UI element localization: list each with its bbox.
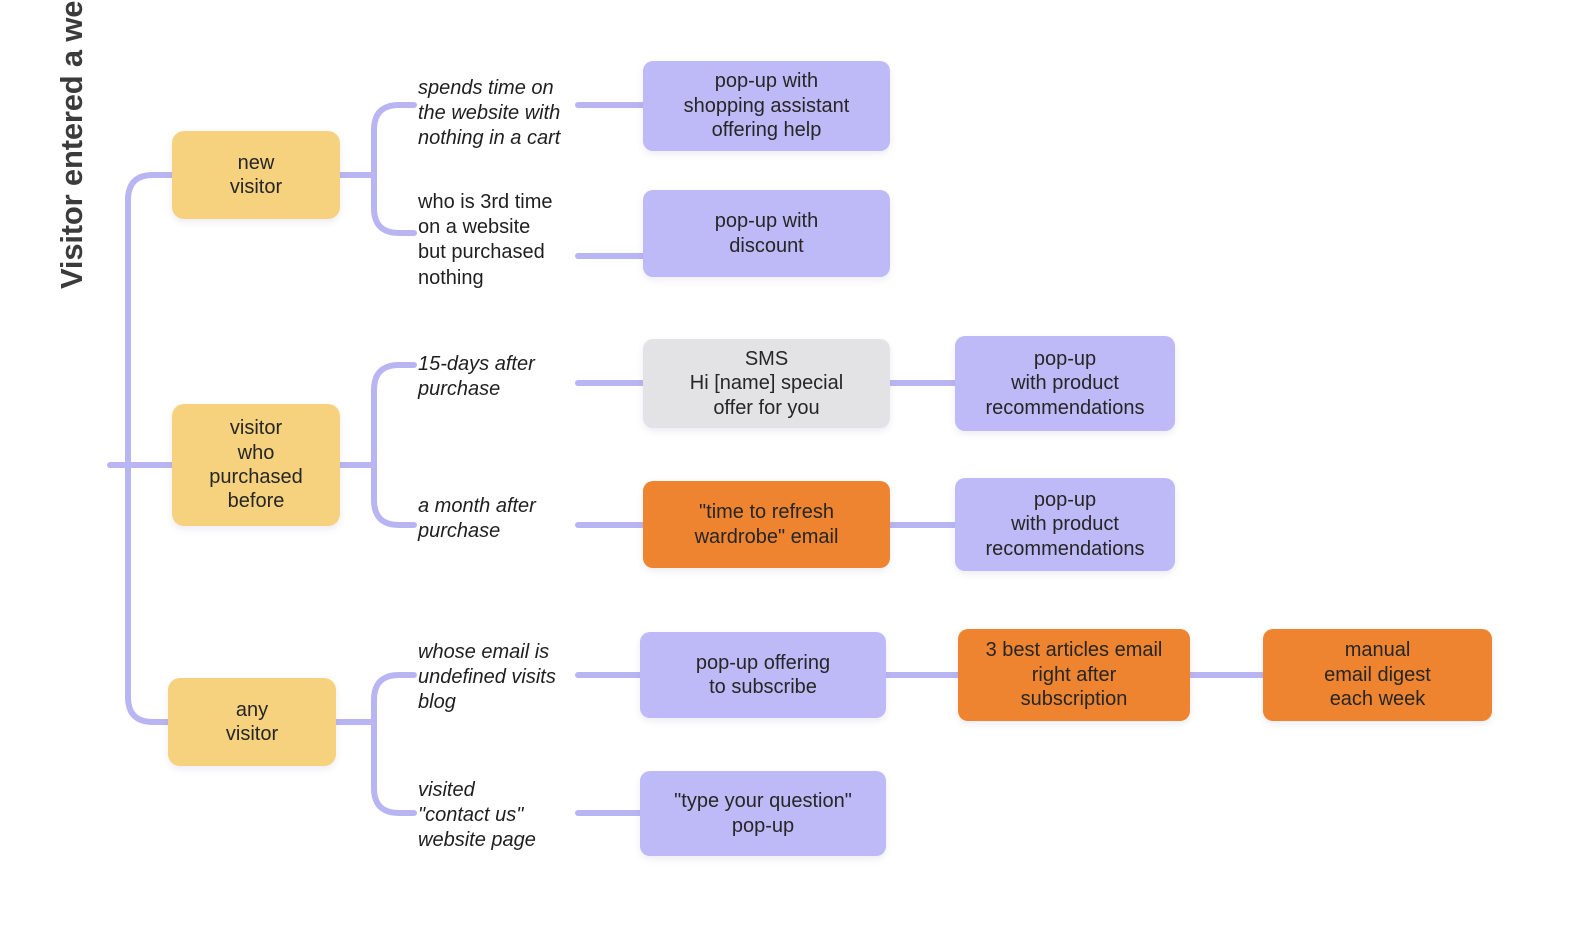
segment-visitor-who-purchased-before[interactable]: visitor who purchased before [172, 404, 340, 526]
action-popup-product-recommendations-1[interactable]: pop-up with product recommendations [955, 336, 1175, 431]
condition-spends-time-nothing-in-cart: spends time on the website with nothing … [418, 77, 561, 150]
action-popup-with-discount[interactable]: pop-up with discount [643, 190, 890, 277]
action-email-time-to-refresh-wardrobe[interactable]: "time to refresh wardrobe" email [643, 481, 890, 568]
wire-new-visitor-to-cond2 [371, 172, 417, 236]
action-email-3-best-articles[interactable]: 3 best articles email right after subscr… [958, 629, 1190, 721]
action-manual-weekly-email-digest[interactable]: manual email digest each week [1263, 629, 1492, 721]
action-popup-type-your-question[interactable]: "type your question" pop-up [640, 771, 886, 856]
segment-any-visitor[interactable]: any visitor [168, 678, 336, 766]
wire-new-visitor-to-cond1 [371, 102, 417, 178]
condition-a-month-after-purchase: a month after purchase [418, 495, 536, 543]
condition-blog-visit-email-undefined: whose email is undefined visits blog [418, 641, 556, 714]
condition-3rd-time-no-purchase: who is 3rd time on a website but purchas… [418, 191, 553, 289]
condition-visited-contact-us-page: visited "contact us" website page [418, 779, 536, 852]
wire-purchased-to-cond3 [371, 362, 417, 468]
wire-any-visitor-to-cond6 [371, 719, 417, 816]
wire-purchased-to-cond4 [371, 462, 417, 528]
condition-15-days-after-purchase: 15-days after purchase [418, 353, 535, 401]
action-popup-shopping-assistant[interactable]: pop-up with shopping assistant offering … [643, 61, 890, 151]
wire-root-to-new-visitor [125, 172, 175, 468]
flowchart-canvas: Visitor entered a website new visitor vi… [0, 0, 1574, 926]
action-sms-special-offer[interactable]: SMS Hi [name] special offer for you [643, 339, 890, 428]
action-popup-product-recommendations-2[interactable]: pop-up with product recommendations [955, 478, 1175, 571]
wire-root-to-any-visitor [125, 462, 175, 725]
segment-new-visitor[interactable]: new visitor [172, 131, 340, 219]
action-popup-offering-to-subscribe[interactable]: pop-up offering to subscribe [640, 632, 886, 718]
wire-any-visitor-to-cond5 [371, 672, 417, 725]
